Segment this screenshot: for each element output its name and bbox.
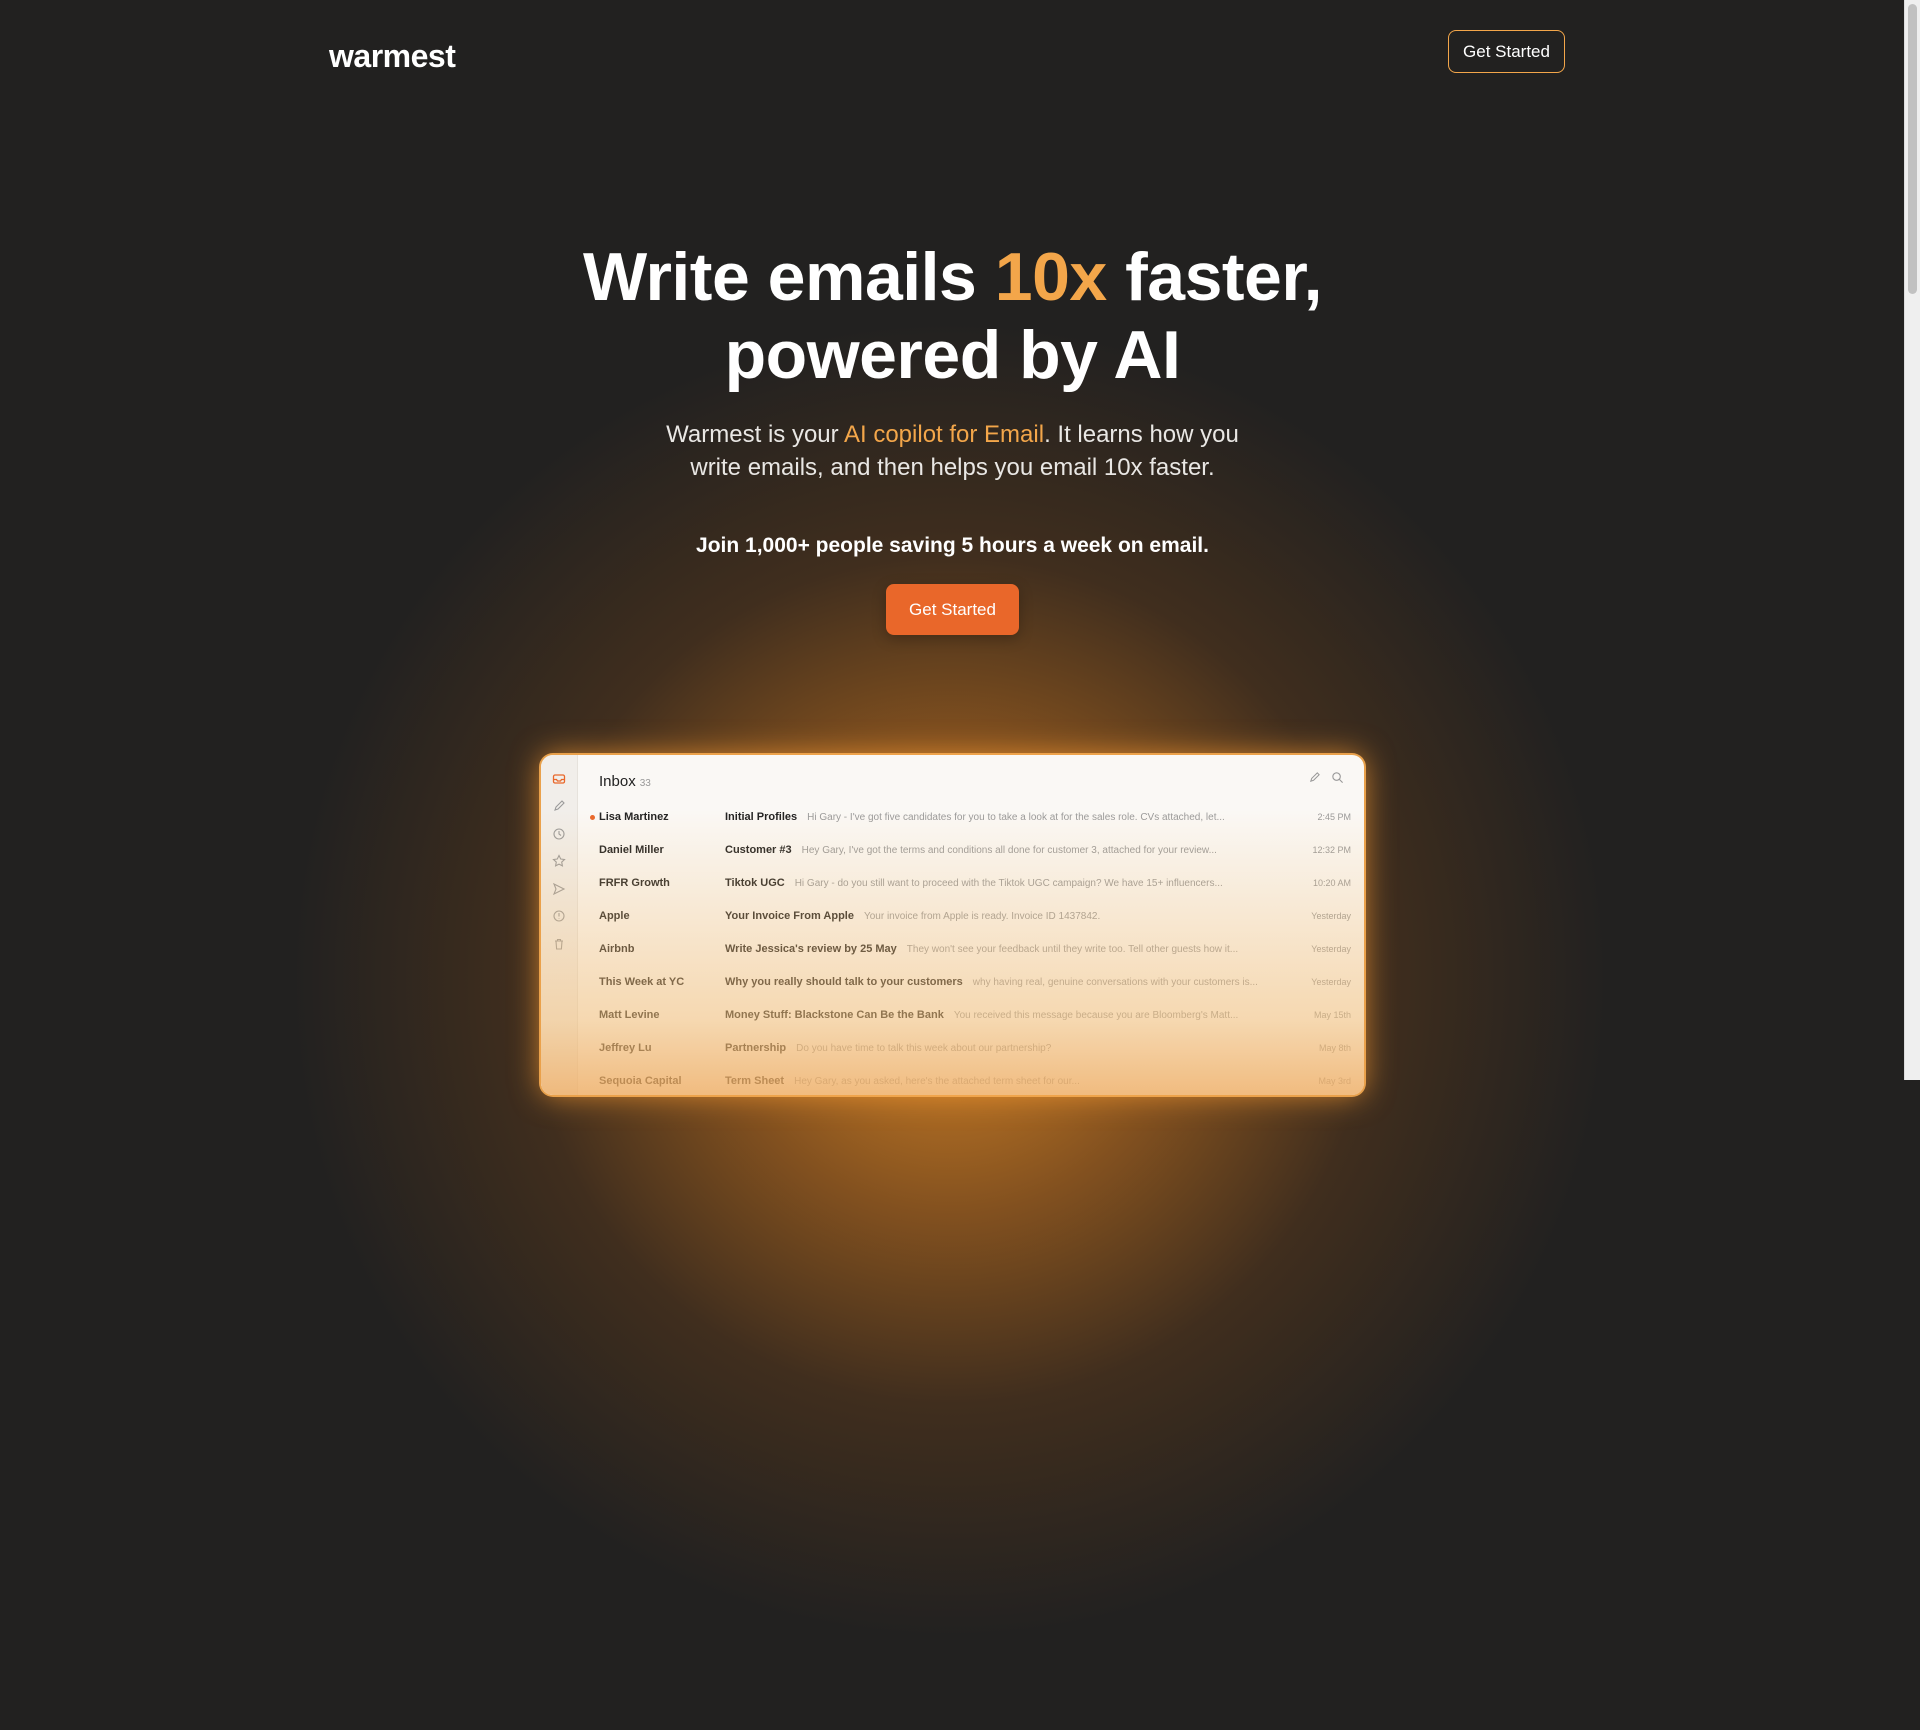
email-time: May 8th (1318, 1043, 1351, 1053)
email-subject-line: Your Invoice From Apple Your invoice from… (725, 910, 1100, 922)
hero-title-accent: 10x (994, 239, 1107, 315)
email-subject-line: Term Sheet Hey Gary, as you asked, here's… (725, 1075, 1080, 1087)
email-subject: Why you really should talk to your custo… (725, 976, 963, 988)
email-subject-line: Partnership Do you have time to talk this… (725, 1042, 1051, 1054)
email-row[interactable]: Sequoia Capital Term Sheet Hey Gary, as yo… (577, 1065, 1364, 1095)
hero-title: Write emails 10x faster, powered by AI (0, 238, 1905, 394)
hero-title-line2: powered by AI (724, 317, 1181, 393)
subtitle-line2: write emails, and then helps you email 1… (690, 454, 1215, 481)
hero-title-part1: Write emails (583, 239, 995, 315)
email-sender: Jeffrey Lu (599, 1042, 652, 1054)
email-row[interactable]: This Week at YC Why you really should tal… (577, 966, 1364, 999)
email-sender: Airbnb (599, 943, 635, 955)
email-preview: Hey Gary, I've got the terms and conditi… (801, 845, 1217, 856)
email-subject: Term Sheet (725, 1075, 785, 1087)
email-row[interactable]: Airbnb Write Jessica's review by 25 May Th… (577, 933, 1364, 966)
email-sender: Lisa Martinez (599, 811, 669, 823)
email-subject: Money Stuff: Blackstone Can Be the Bank (725, 1009, 944, 1021)
unread-dot (590, 815, 595, 820)
email-row[interactable]: FRFR Growth Tiktok UGC Hi Gary - do you st… (577, 867, 1364, 900)
clock-icon (552, 827, 566, 841)
email-subject-line: Money Stuff: Blackstone Can Be the Bank Y… (725, 1009, 1238, 1021)
compose-icon (1308, 771, 1321, 789)
header-get-started-button[interactable]: Get Started (1448, 30, 1565, 73)
inbox-icon (552, 772, 566, 786)
email-time: 2:45 PM (1317, 812, 1351, 822)
email-preview: Hey Gary, as you asked, here's the attac… (794, 1076, 1080, 1087)
email-sender: Matt Levine (599, 1009, 660, 1021)
subtitle-part2: . It learns how you (1044, 421, 1239, 448)
email-subject: Customer #3 (725, 844, 792, 856)
email-subject-line: Customer #3 Hey Gary, I've got the terms … (725, 844, 1217, 856)
email-preview: You received this message because you ar… (953, 1010, 1239, 1021)
trash-icon (552, 937, 566, 951)
email-sender: This Week at YC (599, 976, 685, 988)
email-row[interactable]: Apple Your Invoice From Apple Your invoice… (577, 900, 1364, 933)
email-sender: Daniel Miller (599, 844, 664, 856)
star-icon (552, 854, 566, 868)
alert-icon (552, 909, 566, 923)
join-text: Join 1,000+ people saving 5 hours a week… (696, 534, 1209, 557)
email-subject-line: Initial Profiles Hi Gary - I've got five … (725, 811, 1225, 823)
email-row[interactable]: Jeffrey Lu Partnership Do you have time to… (577, 1032, 1364, 1065)
email-subject-line: Tiktok UGC Hi Gary - do you still want to… (725, 877, 1223, 889)
inbox-title-text: Inbox (599, 773, 636, 790)
email-time: May 3rd (1318, 1076, 1351, 1086)
subtitle-accent: AI copilot for Email (843, 421, 1045, 448)
email-time: May 15th (1313, 1010, 1351, 1020)
email-time: Yesterday (1311, 944, 1351, 954)
email-preview: They won't see your feedback until they … (906, 944, 1239, 955)
email-subject: Tiktok UGC (725, 877, 785, 889)
email-preview: Hi Gary - I've got five candidates for y… (807, 812, 1225, 823)
email-preview: Your invoice from Apple is ready. Invoic… (863, 911, 1101, 922)
scrollbar-thumb[interactable] (1908, 4, 1917, 294)
email-preview: why having real, genuine conversations w… (972, 977, 1258, 988)
email-row[interactable]: Lisa Martinez Initial Profiles Hi Gary - I… (577, 801, 1364, 834)
email-sender: FRFR Growth (599, 877, 670, 889)
email-subject-line: Why you really should talk to your custo… (725, 976, 1258, 988)
app-preview: Inbox 33 Lisa Martinez Initial Profiles Hi … (541, 755, 1364, 1095)
hero-subtitle: Warmest is your AI copilot for Email. It… (0, 418, 1905, 484)
email-row[interactable]: Matt Levine Money Stuff: Blackstone Can B… (577, 999, 1364, 1032)
app-toolbar (1308, 771, 1344, 789)
email-subject: Partnership (725, 1042, 787, 1054)
pencil-icon (552, 799, 566, 813)
email-time: 10:20 AM (1312, 878, 1351, 888)
email-sender: Sequoia Capital (599, 1075, 682, 1087)
email-subject-line: Write Jessica's review by 25 May They won… (725, 943, 1238, 955)
inbox-title: Inbox 33 (599, 773, 651, 790)
hero-get-started-button[interactable]: Get Started (886, 584, 1019, 635)
email-subject: Initial Profiles (725, 811, 798, 823)
send-icon (552, 882, 566, 896)
email-subject: Write Jessica's review by 25 May (725, 943, 897, 955)
logo[interactable]: warmest (329, 38, 456, 75)
email-preview: Hi Gary - do you still want to proceed w… (794, 878, 1223, 889)
search-icon (1331, 771, 1344, 789)
email-time: 12:32 PM (1312, 845, 1351, 855)
email-subject: Your Invoice From Apple (725, 910, 854, 922)
email-sender: Apple (599, 910, 630, 922)
email-preview: Do you have time to talk this week about… (796, 1043, 1052, 1054)
subtitle-part1: Warmest is your (666, 421, 844, 448)
page-scrollbar[interactable] (1904, 0, 1920, 1080)
hero-title-part2: faster, (1106, 239, 1322, 315)
app-sidebar-rail (541, 755, 578, 1095)
email-time: Yesterday (1311, 911, 1351, 921)
email-time: Yesterday (1311, 977, 1351, 987)
inbox-count: 33 (639, 778, 651, 789)
email-row[interactable]: Daniel Miller Customer #3 Hey Gary, I've g… (577, 834, 1364, 867)
